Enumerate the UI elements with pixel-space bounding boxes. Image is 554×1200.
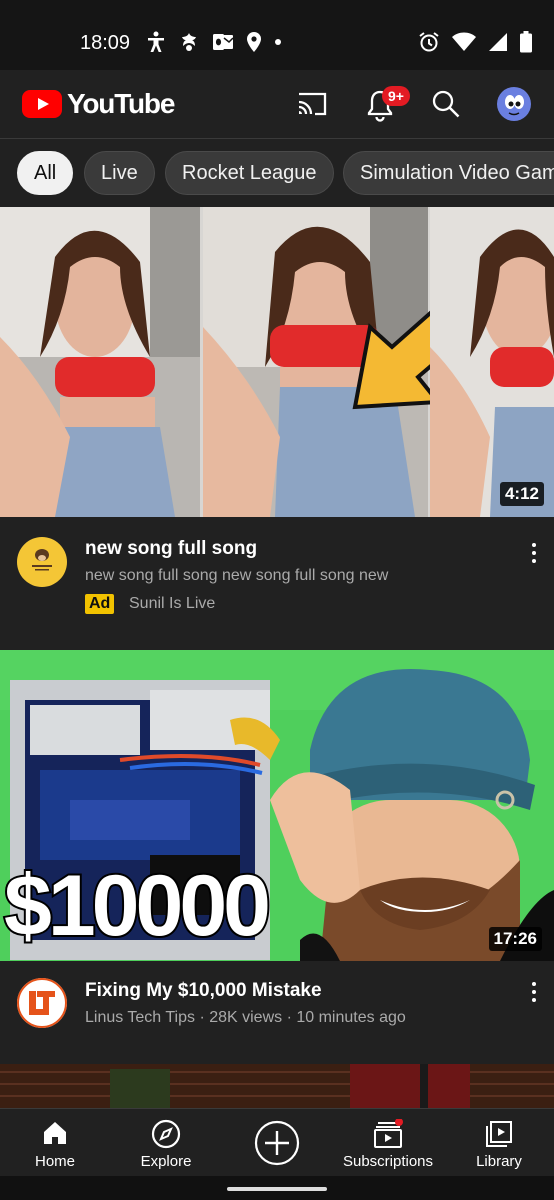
nav-home[interactable]: Home (0, 1109, 110, 1177)
wifi-icon (452, 32, 476, 51)
explore-compass-icon (151, 1119, 181, 1149)
nav-create[interactable] (222, 1109, 332, 1177)
channel-logo-icon (32, 549, 52, 571)
video-description: new song full song new song full song ne… (85, 567, 389, 584)
chip-live[interactable]: Live (84, 151, 155, 195)
more-options-icon[interactable] (527, 981, 541, 1003)
account-avatar[interactable] (497, 87, 531, 121)
more-options-icon[interactable] (527, 542, 541, 564)
nav-subscriptions-label: Subscriptions (342, 1153, 434, 1170)
avatar-face-icon (505, 95, 524, 116)
video-duration: 17:26 (488, 927, 542, 951)
video-title[interactable]: new song full song (85, 538, 257, 560)
home-gesture-handle[interactable] (227, 1187, 327, 1191)
dot-icon (275, 39, 281, 45)
linus-tech-tips-logo-icon (17, 978, 67, 1028)
video-thumbnail[interactable]: 4:12 (0, 207, 554, 517)
status-icons-right (418, 31, 532, 53)
cast-icon[interactable] (296, 90, 328, 118)
gesture-navigation-area (0, 1176, 554, 1200)
thumbnail-image (0, 207, 554, 517)
alarm-icon (419, 32, 439, 52)
nav-explore[interactable]: Explore (111, 1109, 221, 1177)
channel-avatar[interactable] (17, 537, 67, 587)
video-title[interactable]: Fixing My $10,000 Mistake (85, 980, 322, 1002)
video-thumbnail[interactable] (0, 1064, 554, 1110)
chip-rocket-league[interactable]: Rocket League (165, 151, 334, 195)
app-bar: YouTube 9+ (0, 70, 554, 139)
thumbnail-image (0, 1064, 554, 1110)
video-meta[interactable]: Fixing My $10,000 Mistake Linus Tech Tip… (0, 961, 554, 1064)
video-duration: 4:12 (499, 482, 544, 506)
bird-app-icon (182, 33, 196, 51)
nav-explore-label: Explore (140, 1153, 192, 1170)
battery-icon (520, 31, 532, 53)
home-icon (44, 1122, 66, 1144)
channel-avatar[interactable] (17, 978, 67, 1028)
logo-text: YouTube (67, 88, 175, 119)
chip-simulation-video-games[interactable]: Simulation Video Games (343, 151, 554, 195)
youtube-play-icon (22, 90, 62, 118)
video-meta-text: Linus Tech Tips · 28K views · 10 minutes… (85, 1009, 406, 1026)
video-meta[interactable]: new song full song new song full song ne… (0, 517, 554, 650)
nav-subscriptions[interactable]: Subscriptions (333, 1109, 443, 1177)
subscriptions-icon (374, 1119, 403, 1148)
filter-chips-bar: All Live Rocket League Simulation Video … (0, 139, 554, 207)
bottom-navigation: Home Explore Subscriptions Library (0, 1108, 554, 1177)
status-time: 18:09 (80, 32, 131, 54)
nav-library-label: Library (476, 1153, 522, 1170)
status-icons-left (146, 31, 282, 53)
nav-home-label: Home (34, 1153, 75, 1170)
status-bar: 18:09 (0, 0, 554, 70)
youtube-logo[interactable]: YouTube (22, 88, 175, 120)
notification-badge: 9+ (382, 86, 410, 106)
channel-name[interactable]: Sunil Is Live (129, 595, 215, 613)
library-icon (486, 1121, 512, 1147)
create-plus-icon (254, 1120, 300, 1166)
location-pin-icon (247, 32, 261, 52)
search-icon[interactable] (431, 89, 461, 119)
accessibility-icon (148, 31, 164, 52)
outlook-icon (213, 34, 234, 50)
signal-icon (489, 33, 507, 51)
thumbnail-overlay-text: $10000 (2, 858, 273, 954)
chip-all[interactable]: All (17, 151, 74, 195)
nav-library[interactable]: Library (444, 1109, 554, 1177)
ad-badge: Ad (85, 594, 115, 614)
video-thumbnail[interactable]: $10000 17:26 (0, 650, 554, 961)
